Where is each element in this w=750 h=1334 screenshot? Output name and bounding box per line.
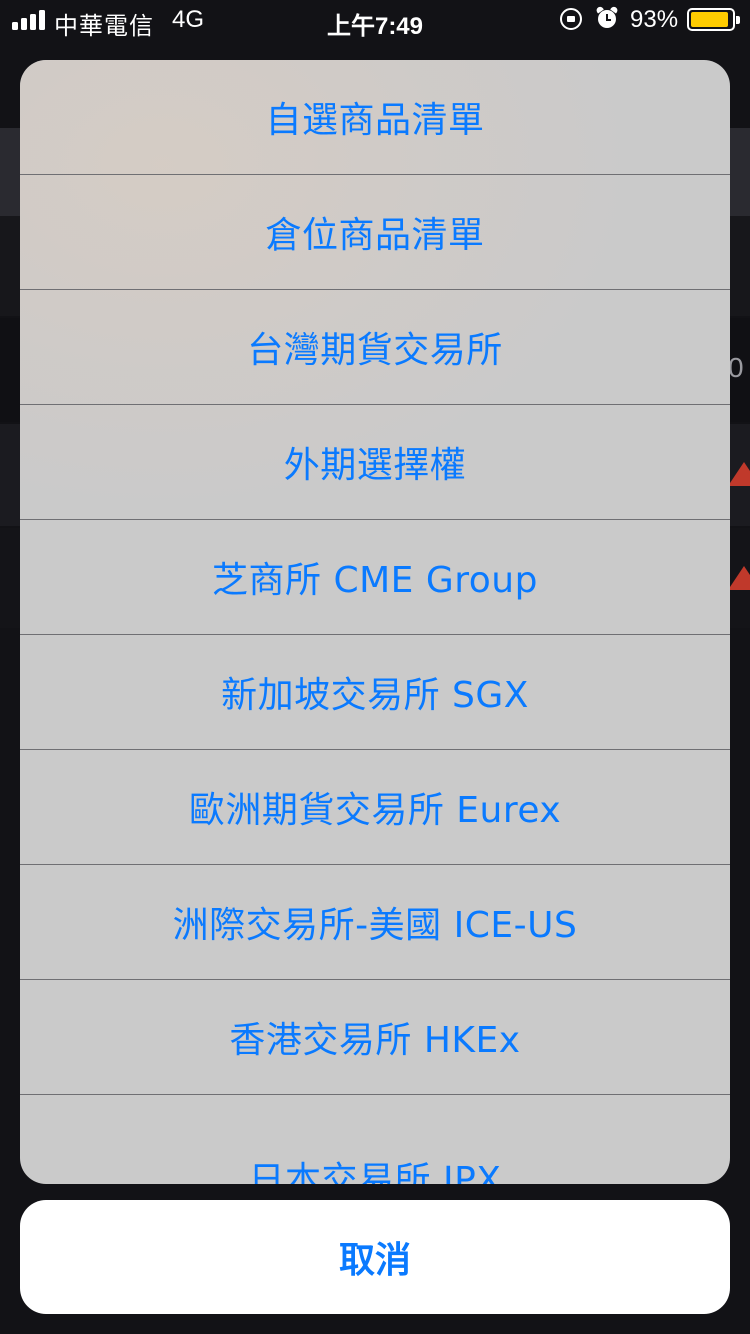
option-positions[interactable]: 倉位商品清單 xyxy=(20,175,730,290)
alarm-icon xyxy=(595,5,619,29)
option-label: 歐洲期貨交易所 Eurex xyxy=(188,790,562,831)
action-sheet-options: 自選商品清單 倉位商品清單 台灣期貨交易所 外期選擇權 芝商所 CME Grou… xyxy=(20,60,730,1184)
background-edge-value: 0 xyxy=(728,352,744,383)
option-hkex[interactable]: 香港交易所 HKEx xyxy=(20,980,730,1095)
option-sgx[interactable]: 新加坡交易所 SGX xyxy=(20,635,730,750)
action-sheet: 自選商品清單 倉位商品清單 台灣期貨交易所 外期選擇權 芝商所 CME Grou… xyxy=(20,60,730,1184)
option-label: 台灣期貨交易所 xyxy=(247,330,503,371)
option-label: 日本交易所 JPX xyxy=(248,1159,502,1185)
status-bar: 中華電信 4G 上午7:49 93% xyxy=(0,0,750,40)
option-label: 外期選擇權 xyxy=(283,445,467,486)
up-triangle-icon xyxy=(728,566,750,590)
option-label: 芝商所 CME Group xyxy=(212,560,538,601)
option-eurex[interactable]: 歐洲期貨交易所 Eurex xyxy=(20,750,730,865)
screen: 0 中華電信 4G 上午7:49 93% 自選商品清單 倉位商品清單 台灣期貨交… xyxy=(0,0,750,1334)
up-triangle-icon xyxy=(728,462,750,486)
option-label: 自選商品清單 xyxy=(265,100,485,141)
cancel-button[interactable]: 取消 xyxy=(20,1200,730,1314)
option-label: 新加坡交易所 SGX xyxy=(221,675,529,716)
battery-percentage: 93% xyxy=(630,6,679,33)
option-jpx[interactable]: 日本交易所 JPX xyxy=(20,1095,730,1185)
option-ice-us[interactable]: 洲際交易所-美國 ICE-US xyxy=(20,865,730,980)
option-label: 香港交易所 HKEx xyxy=(229,1020,521,1061)
option-foreign-options[interactable]: 外期選擇權 xyxy=(20,405,730,520)
option-taifex[interactable]: 台灣期貨交易所 xyxy=(20,290,730,405)
option-label: 洲際交易所-美國 ICE-US xyxy=(172,905,578,946)
option-cme-group[interactable]: 芝商所 CME Group xyxy=(20,520,730,635)
orientation-lock-icon xyxy=(560,8,582,30)
option-watchlist[interactable]: 自選商品清單 xyxy=(20,60,730,175)
option-label: 倉位商品清單 xyxy=(265,215,485,256)
battery-icon xyxy=(687,8,740,31)
